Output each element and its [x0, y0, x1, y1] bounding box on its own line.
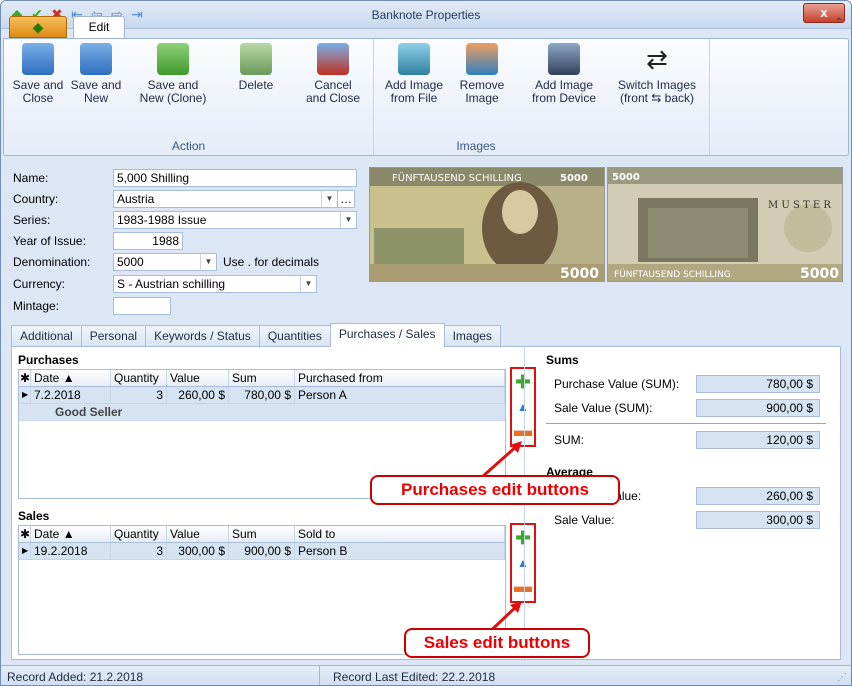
purchases-arrow: [481, 443, 519, 479]
delete-button[interactable]: Delete: [230, 43, 282, 92]
front-text: FÜNFTAUSEND SCHILLING: [392, 171, 522, 184]
banknote-front-image[interactable]: FÜNFTAUSEND SCHILLING 5000 5000: [369, 167, 605, 282]
banknote-back-image[interactable]: 5000 M U S T E R FÜNFTAUSEND SCHILLING 5…: [607, 167, 843, 282]
title-bar: ◆ ✔ ✖ ⇤ ⇦ ⇨ ⇥ Banknote Properties x: [1, 1, 851, 29]
save-close-icon: [22, 43, 54, 75]
save-new-icon: [80, 43, 112, 75]
tab-additional[interactable]: Additional: [11, 325, 82, 347]
year-label: Year of Issue:: [13, 234, 86, 248]
property-tabs: Additional Personal Keywords / Status Qu…: [11, 323, 501, 347]
back-value-bottom: 5000: [800, 266, 839, 281]
status-divider: [319, 666, 320, 685]
year-field[interactable]: 1988: [113, 232, 183, 250]
decimals-hint: Use . for decimals: [223, 255, 320, 269]
ribbon-group-action: Save and Close Save and New Save and New…: [4, 39, 374, 155]
remove-image-button[interactable]: Remove Image: [456, 43, 508, 105]
country-select[interactable]: Austria: [113, 190, 337, 208]
add-image-file-icon: [398, 43, 430, 75]
country-label: Country:: [13, 192, 59, 206]
cancel-and-close-button[interactable]: Cancel and Close: [302, 43, 364, 105]
purchases-callout: Purchases edit buttons: [370, 475, 620, 505]
name-label: Name:: [13, 171, 49, 185]
chevron-down-icon[interactable]: ▼: [321, 191, 337, 207]
tab-purchases-sales[interactable]: Purchases / Sales: [329, 323, 445, 347]
chevron-down-icon[interactable]: ▼: [340, 212, 356, 228]
tab-images[interactable]: Images: [443, 325, 501, 347]
group-caption-images: Images: [456, 139, 496, 153]
cancel-close-icon: [317, 43, 349, 75]
chevron-down-icon[interactable]: ▼: [200, 254, 216, 270]
record-edited-text: Record Last Edited: 22.2.2018: [333, 670, 496, 684]
add-image-from-file-button[interactable]: Add Image from File: [380, 43, 448, 105]
remove-image-icon: [466, 43, 498, 75]
back-label: M U S T E R: [768, 200, 831, 211]
group-caption-action: Action: [171, 139, 206, 153]
front-value-top: 5000: [560, 173, 588, 184]
tab-edit[interactable]: Edit: [73, 16, 125, 38]
banknote-front-artwork: FÜNFTAUSEND SCHILLING 5000 5000: [370, 168, 604, 282]
ribbon-group-images: Add Image from File Remove Image Add Ima…: [376, 39, 710, 155]
currency-select[interactable]: S - Austrian schilling: [113, 275, 317, 293]
record-added-text: Record Added: 21.2.2018: [7, 670, 144, 684]
tab-personal[interactable]: Personal: [80, 325, 147, 347]
currency-label: Currency:: [13, 277, 66, 291]
save-and-close-button[interactable]: Save and Close: [12, 43, 64, 105]
denomination-label: Denomination:: [13, 255, 91, 269]
ribbon: Save and Close Save and New Save and New…: [3, 38, 849, 156]
swap-arrows-icon: ⇄: [646, 44, 668, 74]
mintage-field[interactable]: [113, 297, 171, 315]
status-bar: Record Added: 21.2.2018 Record Last Edit…: [1, 665, 851, 685]
chevron-down-icon[interactable]: ▼: [300, 276, 316, 292]
ribbon-collapse-icon[interactable]: ⌃: [835, 17, 843, 28]
camera-icon: [548, 43, 580, 75]
purchases-sales-panel: Purchases ✱ Date ▲ Quantity Value Sum Pu…: [11, 346, 841, 660]
save-and-new-button[interactable]: Save and New: [68, 43, 124, 105]
tab-keywords-status[interactable]: Keywords / Status: [145, 325, 260, 347]
back-value-top: 5000: [612, 172, 640, 183]
mintage-label: Mintage:: [13, 299, 60, 313]
properties-body: Name: 5,000 Shilling Country: Austria ▼ …: [3, 157, 849, 667]
front-value-bottom: 5000: [560, 266, 599, 281]
switch-images-button[interactable]: ⇄ Switch Images (front ⇆ back): [612, 43, 702, 105]
banknote-properties-window: ◆ ✔ ✖ ⇤ ⇦ ⇨ ⇥ Banknote Properties x ◆ Ed…: [0, 0, 852, 686]
window-title: Banknote Properties: [371, 8, 481, 22]
resize-grip-icon[interactable]: ⋰: [837, 672, 847, 683]
sales-callout: Sales edit buttons: [404, 628, 590, 658]
name-field[interactable]: 5,000 Shilling: [113, 169, 357, 187]
country-lookup-button[interactable]: …: [337, 190, 355, 208]
add-image-from-device-button[interactable]: Add Image from Device: [526, 43, 602, 105]
app-menu-tab[interactable]: ◆: [9, 16, 67, 38]
tab-quantities[interactable]: Quantities: [258, 325, 331, 347]
save-clone-icon: [157, 43, 189, 75]
save-and-new-clone-button[interactable]: Save and New (Clone): [134, 43, 212, 105]
series-select[interactable]: 1983-1988 Issue: [113, 211, 357, 229]
delete-note-icon: [240, 43, 272, 75]
series-label: Series:: [13, 213, 51, 227]
banknote-back-artwork: 5000 M U S T E R FÜNFTAUSEND SCHILLING 5…: [608, 168, 842, 282]
back-text: FÜNFTAUSEND SCHILLING: [614, 269, 731, 280]
